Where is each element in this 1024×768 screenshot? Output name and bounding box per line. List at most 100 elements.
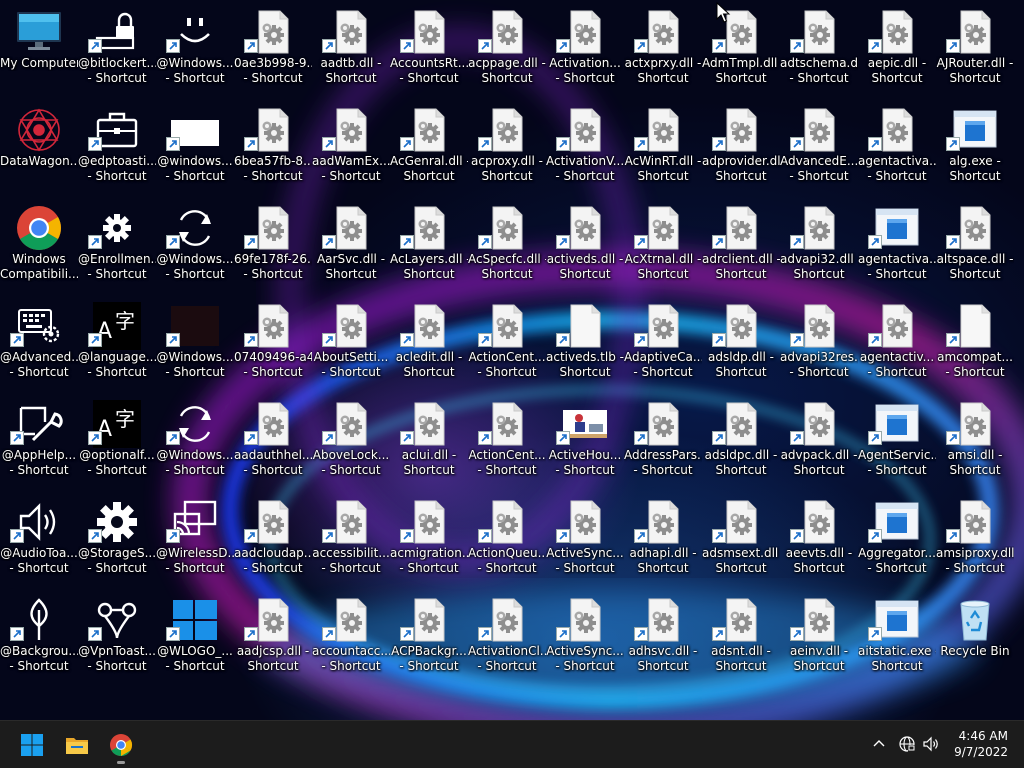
- desktop-icon[interactable]: AboutSetti... - Shortcut: [312, 294, 390, 388]
- desktop-icon[interactable]: alg.exe - Shortcut: [936, 98, 1014, 192]
- desktop-icon[interactable]: ActionCent... - Shortcut: [468, 294, 546, 388]
- desktop-icon[interactable]: A 字 @optionalf... - Shortcut: [78, 392, 156, 486]
- file-explorer-button[interactable]: [57, 725, 97, 765]
- desktop-icon[interactable]: AJRouter.dll - Shortcut: [936, 0, 1014, 94]
- desktop-icon[interactable]: @Windows... - Shortcut: [156, 196, 234, 290]
- desktop-icon[interactable]: aclui.dll - Shortcut: [390, 392, 468, 486]
- desktop-icon[interactable]: @windows... - Shortcut: [156, 98, 234, 192]
- desktop-icon[interactable]: advapi32.dll - Shortcut: [780, 196, 858, 290]
- network-icon[interactable]: [898, 735, 916, 753]
- desktop-icon[interactable]: aepic.dll - Shortcut: [858, 0, 936, 94]
- desktop-icon[interactable]: AdmTmpl.dll - Shortcut: [702, 0, 780, 94]
- taskbar-clock[interactable]: 4:46 AM 9/7/2022: [954, 728, 1008, 760]
- desktop-icon[interactable]: adsnt.dll - Shortcut: [702, 588, 780, 682]
- desktop-icon[interactable]: adsmsext.dll - Shortcut: [702, 490, 780, 584]
- desktop-icon[interactable]: @edptoasti... - Shortcut: [78, 98, 156, 192]
- desktop-icon[interactable]: acledit.dll - Shortcut: [390, 294, 468, 388]
- desktop-icon[interactable]: aadcloudap... - Shortcut: [234, 490, 312, 584]
- desktop-icon[interactable]: accessibilit... - Shortcut: [312, 490, 390, 584]
- desktop-icon[interactable]: @Advanced... - Shortcut: [0, 294, 78, 388]
- desktop-icon[interactable]: aadWamEx... - Shortcut: [312, 98, 390, 192]
- desktop-icon[interactable]: Windows Compatibili...: [0, 196, 78, 290]
- desktop-icon[interactable]: AcXtrnal.dll - Shortcut: [624, 196, 702, 290]
- desktop-icon[interactable]: adtschema.dll - Shortcut: [780, 0, 858, 94]
- desktop-icon[interactable]: amsiproxy.dll - Shortcut: [936, 490, 1014, 584]
- desktop-icon[interactable]: 69fe178f-26... - Shortcut: [234, 196, 312, 290]
- desktop-icon[interactable]: aadtb.dll - Shortcut: [312, 0, 390, 94]
- desktop-icon[interactable]: AddressPars... - Shortcut: [624, 392, 702, 486]
- desktop-icon[interactable]: advapi32res... - Shortcut: [780, 294, 858, 388]
- desktop-icon[interactable]: @Enrollmen... - Shortcut: [78, 196, 156, 290]
- desktop-icon[interactable]: AcGenral.dll - Shortcut: [390, 98, 468, 192]
- desktop-icon[interactable]: 07409496-a4...- Shortcut: [234, 294, 312, 388]
- desktop-icon[interactable]: Activation... - Shortcut: [546, 0, 624, 94]
- desktop-icon[interactable]: altspace.dll - Shortcut: [936, 196, 1014, 290]
- desktop-icon[interactable]: agentactiv... - Shortcut: [858, 294, 936, 388]
- desktop-icon[interactable]: adhsvc.dll - Shortcut: [624, 588, 702, 682]
- desktop-icon[interactable]: AboveLock... - Shortcut: [312, 392, 390, 486]
- desktop-icon[interactable]: agentactiva... - Shortcut: [858, 196, 936, 290]
- desktop-icon[interactable]: ActionCent... - Shortcut: [468, 392, 546, 486]
- desktop-icon[interactable]: acppage.dll - Shortcut: [468, 0, 546, 94]
- desktop-icon[interactable]: acproxy.dll - Shortcut: [468, 98, 546, 192]
- desktop-icon[interactable]: AccountsRt... - Shortcut: [390, 0, 468, 94]
- desktop-icon[interactable]: agentactiva... - Shortcut: [858, 98, 936, 192]
- desktop-icon[interactable]: ActivationCl... - Shortcut: [468, 588, 546, 682]
- desktop-icon[interactable]: AcSpecfc.dll - Shortcut: [468, 196, 546, 290]
- desktop-icon[interactable]: adsldp.dll - Shortcut: [702, 294, 780, 388]
- shortcut-arrow-icon: [712, 430, 726, 445]
- desktop-icon[interactable]: Aggregator... - Shortcut: [858, 490, 936, 584]
- desktop-icon[interactable]: DataWagon...: [0, 98, 78, 192]
- desktop-icon[interactable]: aeinv.dll - Shortcut: [780, 588, 858, 682]
- desktop-icon[interactable]: aeevts.dll - Shortcut: [780, 490, 858, 584]
- volume-icon[interactable]: [922, 735, 940, 753]
- desktop-icon[interactable]: 0ae3b998-9... - Shortcut: [234, 0, 312, 94]
- desktop-icon[interactable]: @Windows... - Shortcut: [156, 392, 234, 486]
- desktop-icon[interactable]: Recycle Bin: [936, 588, 1014, 682]
- desktop-icon[interactable]: 6bea57fb-8... - Shortcut: [234, 98, 312, 192]
- desktop-icon[interactable]: @WirelessD... - Shortcut: [156, 490, 234, 584]
- desktop-icon[interactable]: adrclient.dll - Shortcut: [702, 196, 780, 290]
- desktop-icon[interactable]: ActionQueu... - Shortcut: [468, 490, 546, 584]
- desktop-icon[interactable]: @StorageS... - Shortcut: [78, 490, 156, 584]
- start-button[interactable]: [12, 725, 52, 765]
- desktop-icon[interactable]: AcWinRT.dll - Shortcut: [624, 98, 702, 192]
- desktop-icon[interactable]: @WLOGO_... - Shortcut: [156, 588, 234, 682]
- desktop-icon-label: 6bea57fb-8... - Shortcut: [234, 154, 312, 184]
- desktop-icon[interactable]: ACPBackgr... - Shortcut: [390, 588, 468, 682]
- desktop-icon[interactable]: @AppHelp... - Shortcut: [0, 392, 78, 486]
- desktop-icon[interactable]: AcLayers.dll - Shortcut: [390, 196, 468, 290]
- desktop-icon[interactable]: adhapi.dll - Shortcut: [624, 490, 702, 584]
- desktop-icon[interactable]: My Computer: [0, 0, 78, 94]
- desktop-icon[interactable]: @bitlockert... - Shortcut: [78, 0, 156, 94]
- desktop-icon[interactable]: accountacc... - Shortcut: [312, 588, 390, 682]
- chrome-button[interactable]: [101, 725, 141, 765]
- desktop-icon[interactable]: @VpnToast... - Shortcut: [78, 588, 156, 682]
- desktop-icon[interactable]: @Backgrou... - Shortcut: [0, 588, 78, 682]
- desktop-icon[interactable]: activeds.tlb - Shortcut: [546, 294, 624, 388]
- desktop-icon[interactable]: @Windows... - Shortcut: [156, 294, 234, 388]
- desktop-icon[interactable]: @Windows... - Shortcut: [156, 0, 234, 94]
- desktop-icon[interactable]: actxprxy.dll - Shortcut: [624, 0, 702, 94]
- desktop-icon[interactable]: A 字 @language... - Shortcut: [78, 294, 156, 388]
- desktop-icon[interactable]: amsi.dll - Shortcut: [936, 392, 1014, 486]
- desktop-icon[interactable]: aitstatic.exe - Shortcut: [858, 588, 936, 682]
- desktop-icon[interactable]: ActiveHou... - Shortcut: [546, 392, 624, 486]
- desktop-icon[interactable]: aadauthhel... - Shortcut: [234, 392, 312, 486]
- desktop-icon[interactable]: AdaptiveCa... - Shortcut: [624, 294, 702, 388]
- desktop-icon[interactable]: amcompat... - Shortcut: [936, 294, 1014, 388]
- desktop-icon[interactable]: advpack.dll - Shortcut: [780, 392, 858, 486]
- desktop-icon[interactable]: adsldpc.dll - Shortcut: [702, 392, 780, 486]
- desktop-icon[interactable]: ActiveSync... - Shortcut: [546, 588, 624, 682]
- desktop-icon[interactable]: activeds.dll - Shortcut: [546, 196, 624, 290]
- desktop-icon[interactable]: aadjcsp.dll - Shortcut: [234, 588, 312, 682]
- desktop-icon[interactable]: @AudioToa... - Shortcut: [0, 490, 78, 584]
- chevron-up-icon[interactable]: [870, 735, 888, 753]
- desktop-icon[interactable]: adprovider.dll -Shortcut: [702, 98, 780, 192]
- desktop-icon[interactable]: AdvancedE... - Shortcut: [780, 98, 858, 192]
- desktop-icon[interactable]: AarSvc.dll - Shortcut: [312, 196, 390, 290]
- desktop-icon[interactable]: ActivationV... - Shortcut: [546, 98, 624, 192]
- desktop-icon[interactable]: ActiveSync... - Shortcut: [546, 490, 624, 584]
- desktop-icon[interactable]: AgentServic... - Shortcut: [858, 392, 936, 486]
- desktop-icon[interactable]: acmigration... - Shortcut: [390, 490, 468, 584]
